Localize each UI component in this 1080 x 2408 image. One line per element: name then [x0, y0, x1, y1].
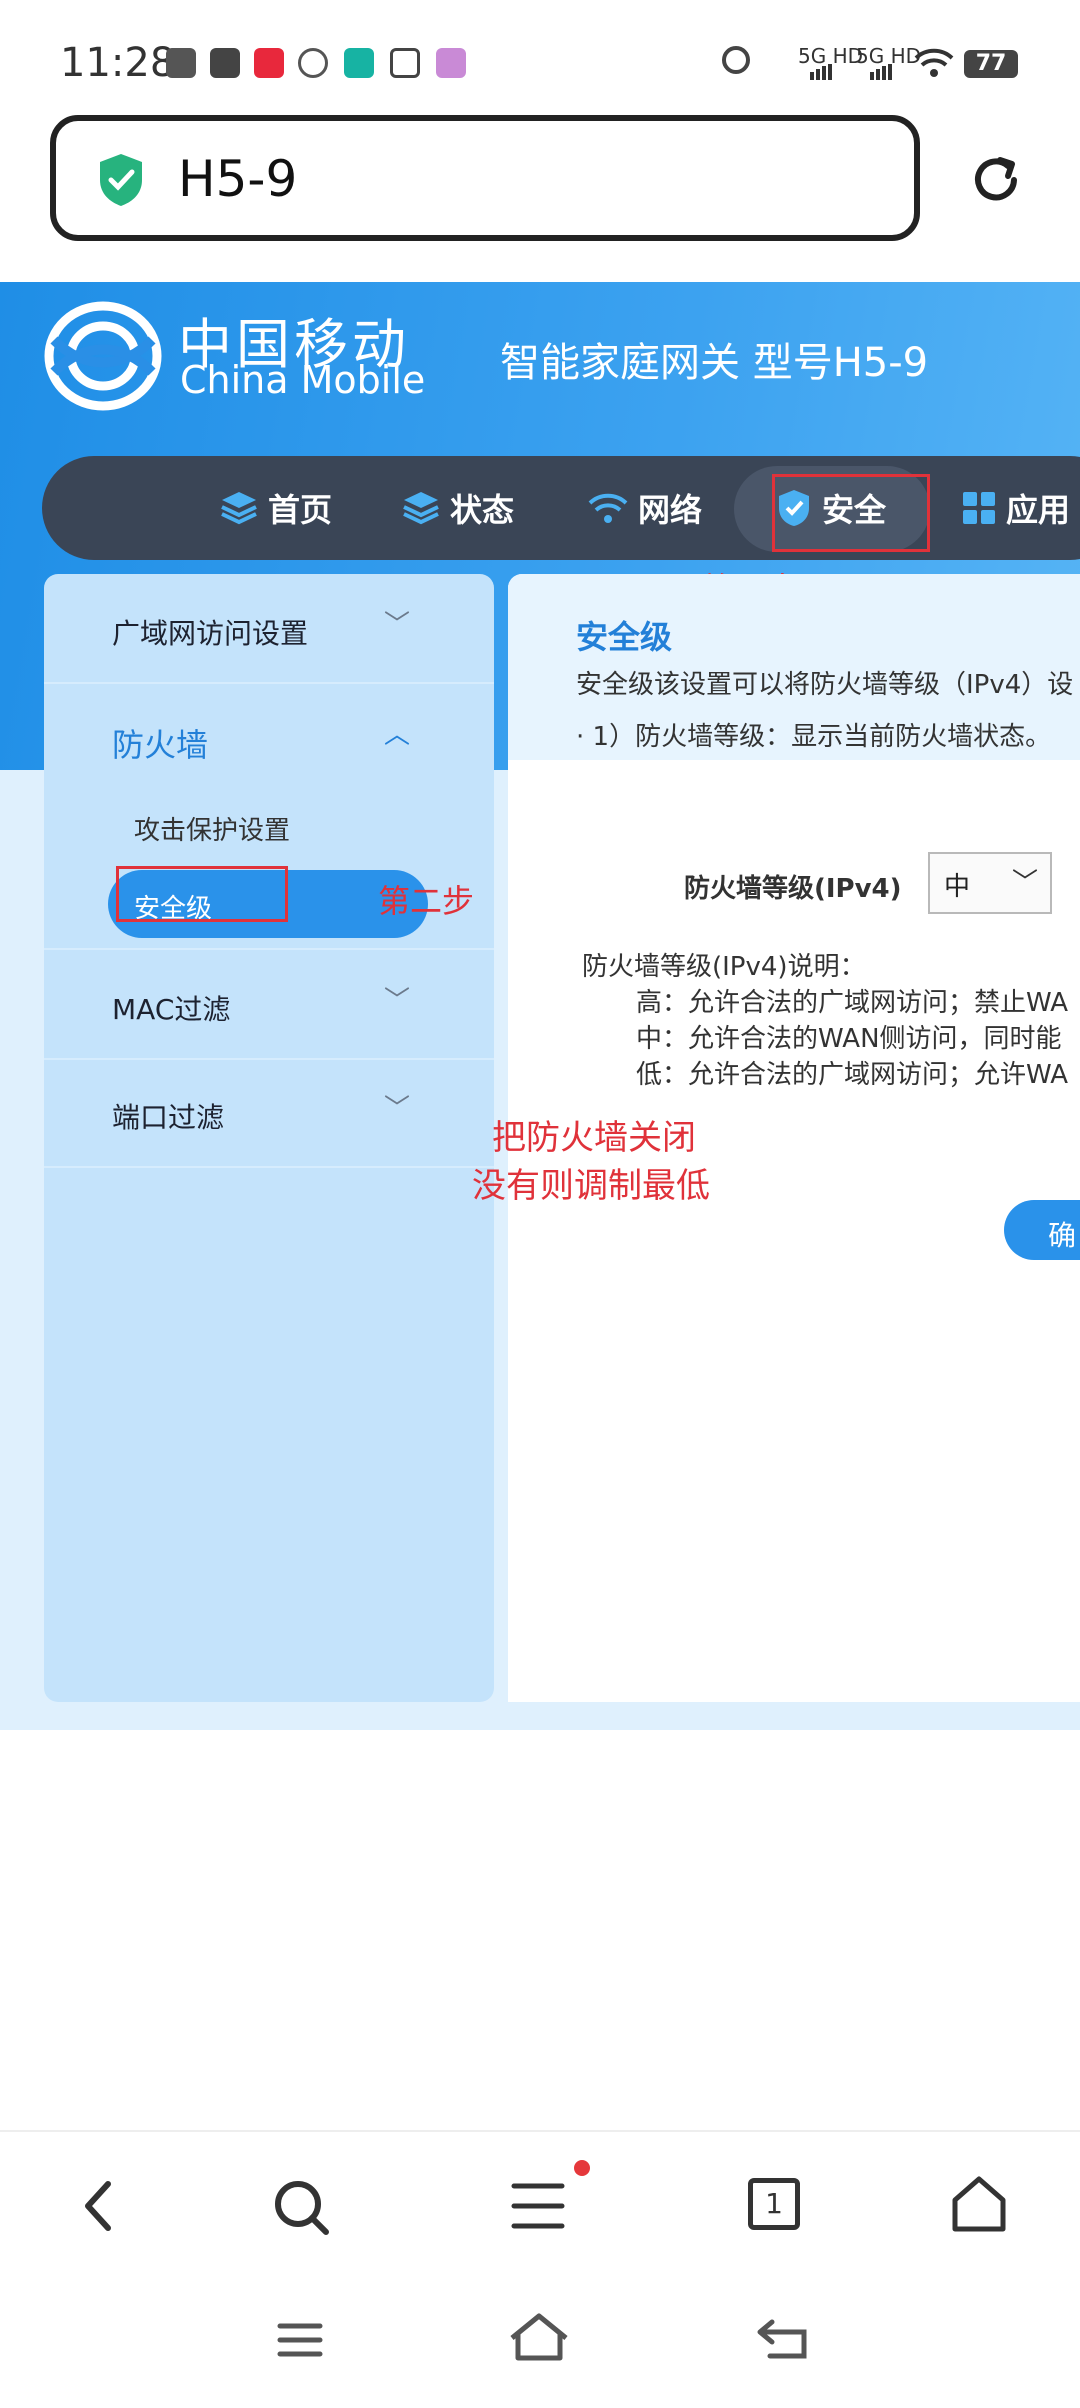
firewall-level-label: 防火墙等级(IPv4) [684, 874, 902, 904]
url-text[interactable]: H5-9 [178, 150, 297, 208]
sidebar-sub-attack-protection[interactable]: 攻击保护设置 [134, 810, 290, 847]
explain-title: 防火墙等级(IPv4)说明： [582, 952, 866, 982]
section-desc-1: 安全级该设置可以将防火墙等级（IPv4）设 [576, 670, 1074, 700]
explain-high: 高：允许合法的广域网访问；禁止WA [636, 988, 1069, 1018]
system-home-icon[interactable] [508, 2312, 570, 2362]
system-back-icon[interactable] [756, 2316, 810, 2362]
sidebar-item-label: 端口过滤 [112, 1101, 225, 1134]
brand-name-en: China Mobile [180, 358, 426, 402]
refresh-icon[interactable] [966, 150, 1026, 210]
nav-network-label: 网络 [638, 491, 703, 529]
system-menu-icon[interactable] [276, 2320, 324, 2360]
status-time: 11:28 [60, 40, 176, 86]
nav-status[interactable]: 状态 [402, 480, 514, 536]
bottom-divider [0, 2130, 1080, 2132]
cell-signal-icon [810, 64, 892, 80]
confirm-button[interactable]: 确 [1004, 1200, 1080, 1260]
firewall-level-select[interactable]: 中 ﹀ [928, 852, 1052, 914]
grid-icon [963, 492, 995, 524]
tabs-button[interactable]: 1 [748, 2178, 800, 2230]
sidebar-item-mac-filter[interactable]: MAC过滤 ﹀ [44, 948, 494, 1060]
tieba-icon [210, 48, 240, 78]
nav-apps-label: 应用 [1006, 491, 1071, 529]
layers-icon [221, 492, 257, 525]
menu-icon[interactable] [510, 2180, 566, 2232]
nav-network[interactable]: 网络 [588, 480, 702, 536]
secure-shield-icon [100, 154, 142, 206]
explain-mid: 中：允许合法的WAN侧访问，同时能 [636, 1024, 1062, 1054]
chevron-down-icon: ﹀ [384, 1094, 411, 1124]
sidebar-item-port-filter[interactable]: 端口过滤 ﹀ [44, 1058, 494, 1168]
back-icon[interactable] [78, 2178, 122, 2234]
sidebar-item-wan-access[interactable]: 广域网访问设置 ﹀ [44, 574, 494, 684]
boss-icon [344, 48, 374, 78]
nav-status-label: 状态 [450, 491, 515, 529]
sidebar-item-firewall[interactable]: 防火墙 ︿ [44, 684, 494, 792]
nav-apps[interactable]: 应用 [962, 480, 1070, 536]
annotation-note-2: 没有则调制最低 [472, 1166, 710, 1206]
notification-dot [574, 2160, 590, 2176]
annotation-note-1: 把防火墙关闭 [492, 1118, 696, 1158]
annotation-box-security [772, 474, 930, 552]
avatar-icon [436, 48, 466, 78]
mail-icon [390, 48, 420, 78]
gateway-title: 智能家庭网关 型号H5-9 [500, 340, 929, 386]
tabs-count: 1 [765, 2187, 783, 2220]
annotation-box-security-level [116, 866, 288, 922]
nav-home-label: 首页 [268, 491, 333, 529]
sidebar-item-label: 广域网访问设置 [112, 617, 309, 650]
browser-icon [166, 48, 196, 78]
chevron-down-icon: ﹀ [384, 986, 411, 1016]
firewall-level-value: 中 [944, 872, 971, 902]
sidebar-item-label: MAC过滤 [112, 993, 231, 1026]
home-icon[interactable] [950, 2174, 1008, 2234]
china-mobile-logo-icon [44, 301, 162, 411]
annotation-step2: 第二步 [378, 882, 475, 920]
chevron-down-icon: ﹀ [1012, 868, 1039, 898]
layers-icon [403, 492, 439, 525]
link-icon [298, 48, 328, 78]
alarm-icon [722, 46, 750, 74]
section-desc-2: · 1）防火墙等级：显示当前防火墙状态。 [576, 722, 1052, 752]
search-icon[interactable] [272, 2178, 332, 2238]
xiaohongshu-icon [254, 48, 284, 78]
wifi-status-icon [914, 48, 954, 77]
explain-low: 低：允许合法的广域网访问；允许WA [636, 1060, 1069, 1090]
chevron-down-icon: ﹀ [384, 610, 411, 640]
confirm-button-label: 确 [1048, 1219, 1077, 1252]
wifi-icon [588, 493, 628, 523]
section-title: 安全级 [576, 618, 673, 656]
battery-level: 77 [964, 50, 1018, 78]
nav-home[interactable]: 首页 [220, 480, 332, 536]
sidebar-item-label: 防火墙 [112, 726, 209, 764]
chevron-up-icon: ︿ [384, 720, 411, 750]
